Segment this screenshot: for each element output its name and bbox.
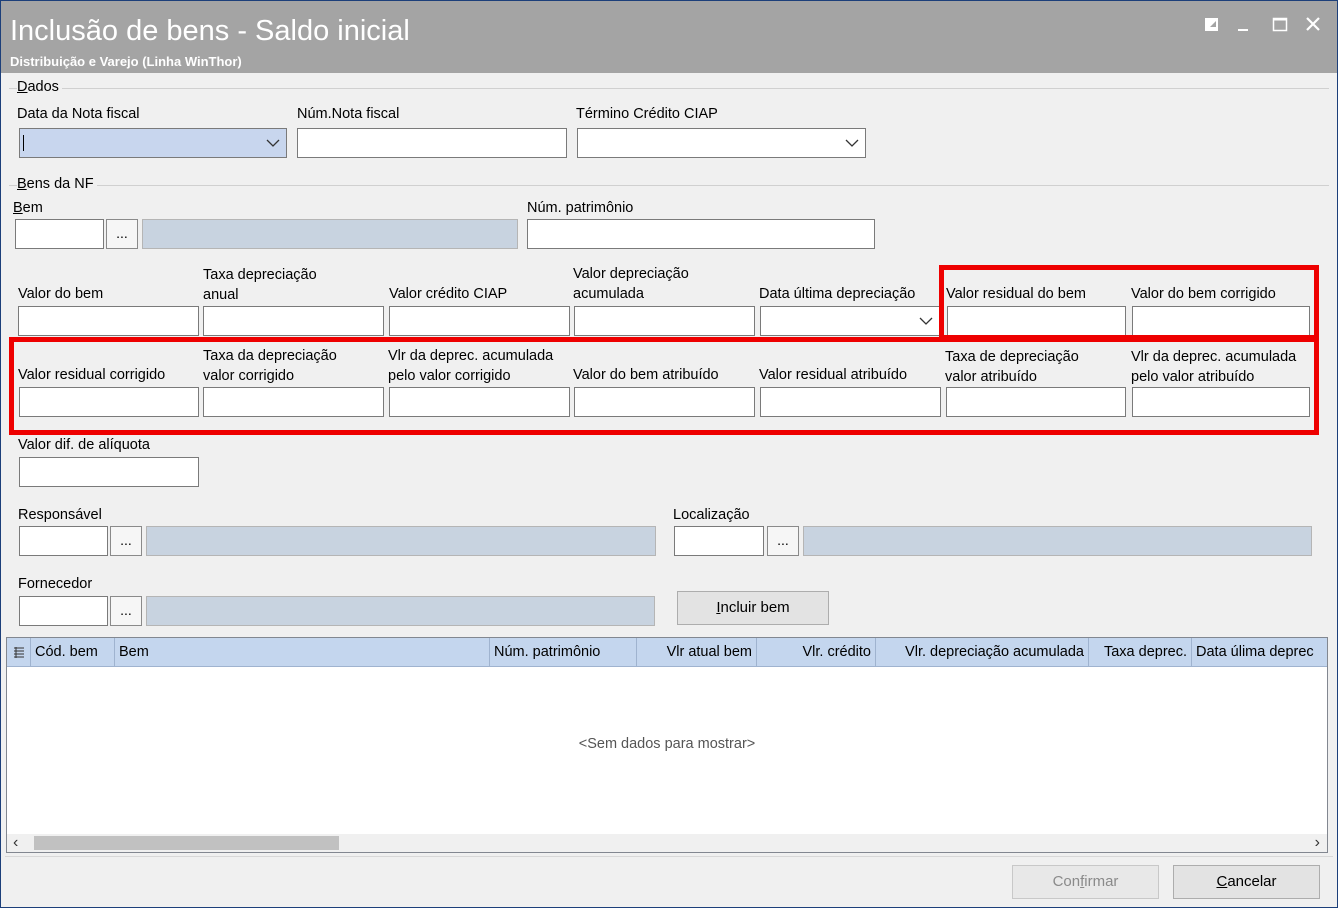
data-ultima-depreciacao-combo[interactable] bbox=[760, 306, 940, 336]
valor-depreciacao-acumulada-label: Valor depreciação acumulada bbox=[573, 264, 689, 304]
grid-col-num-patrimonio[interactable]: Núm. patrimônio bbox=[490, 638, 637, 666]
cancelar-label: ancelar bbox=[1227, 873, 1277, 890]
incluir-bem-button[interactable]: Incluir bem bbox=[677, 591, 829, 625]
chevron-down-icon[interactable] bbox=[266, 139, 280, 148]
termino-credito-ciap-combo[interactable] bbox=[577, 128, 866, 158]
dados-group-line bbox=[9, 88, 1329, 89]
num-nota-fiscal-label: Núm.Nota fiscal bbox=[297, 106, 400, 122]
grid-col-cod-bem[interactable]: Cód. bem bbox=[31, 638, 115, 666]
bem-description-field bbox=[142, 219, 518, 249]
window-subtitle: Distribuição e Varejo (Linha WinThor) bbox=[10, 54, 242, 69]
window-title: Inclusão de bens - Saldo inicial bbox=[10, 15, 410, 47]
data-ultima-depreciacao-label: Data última depreciação bbox=[759, 286, 916, 302]
bem-label: Bem bbox=[13, 200, 43, 216]
text-caret bbox=[23, 135, 24, 151]
grid-horizontal-scrollbar[interactable]: ‹ › bbox=[7, 834, 1327, 852]
fornecedor-description-field bbox=[146, 596, 655, 626]
scroll-left-icon[interactable]: ‹ bbox=[13, 834, 18, 852]
bens-grid[interactable]: Cód. bem Bem Núm. patrimônio Vlr atual b… bbox=[6, 637, 1328, 853]
highlight-box-row1 bbox=[939, 265, 1319, 340]
bem-code-input[interactable] bbox=[15, 219, 104, 249]
bens-group-label: Bens da NF bbox=[17, 176, 97, 192]
grid-col-vlr-credito[interactable]: Vlr. crédito bbox=[757, 638, 876, 666]
bens-group-line bbox=[9, 185, 1329, 186]
chevron-down-icon[interactable] bbox=[919, 317, 933, 326]
localizacao-code-input[interactable] bbox=[674, 526, 764, 556]
num-patrimonio-label: Núm. patrimônio bbox=[527, 200, 634, 216]
valor-credito-ciap-input[interactable] bbox=[389, 306, 570, 336]
dialog-window: Inclusão de bens - Saldo inicial Distrib… bbox=[0, 0, 1338, 908]
scrollbar-thumb[interactable] bbox=[34, 836, 339, 850]
restore-icon[interactable] bbox=[1203, 15, 1225, 37]
responsavel-lookup-button[interactable]: ... bbox=[110, 526, 142, 556]
highlight-box-row2 bbox=[9, 337, 1319, 435]
valor-depreciacao-acumulada-label-line1: Valor depreciação bbox=[573, 266, 689, 282]
fornecedor-lookup-button[interactable]: ... bbox=[110, 596, 142, 626]
taxa-depreciacao-anual-label: Taxa depreciação anual bbox=[203, 265, 317, 305]
num-patrimonio-input[interactable] bbox=[527, 219, 875, 249]
grid-col-vlr-atual-bem[interactable]: Vlr atual bem bbox=[637, 638, 757, 666]
taxa-depreciacao-anual-input[interactable] bbox=[203, 306, 384, 336]
cancelar-button[interactable]: Cancelar bbox=[1173, 865, 1320, 899]
close-icon[interactable] bbox=[1304, 15, 1326, 37]
valor-credito-ciap-label: Valor crédito CIAP bbox=[389, 286, 508, 302]
valor-do-bem-input[interactable] bbox=[18, 306, 199, 336]
minimize-icon[interactable] bbox=[1235, 15, 1257, 37]
grid-menu-icon[interactable] bbox=[7, 638, 31, 666]
valor-dif-aliquota-input[interactable] bbox=[19, 457, 199, 487]
responsavel-description-field bbox=[146, 526, 656, 556]
num-nota-fiscal-input[interactable] bbox=[297, 128, 567, 158]
grid-col-taxa-deprec[interactable]: Taxa deprec. bbox=[1089, 638, 1192, 666]
localizacao-description-field bbox=[803, 526, 1312, 556]
confirmar-label-b: irmar bbox=[1084, 873, 1119, 890]
valor-depreciacao-acumulada-label-line2: acumulada bbox=[573, 286, 644, 302]
termino-credito-ciap-label: Término Crédito CIAP bbox=[576, 106, 718, 122]
dados-group-label: Dados bbox=[17, 79, 62, 95]
taxa-depreciacao-anual-label-line2: anual bbox=[203, 287, 239, 303]
grid-col-bem[interactable]: Bem bbox=[115, 638, 490, 666]
grid-header: Cód. bem Bem Núm. patrimônio Vlr atual b… bbox=[7, 638, 1327, 667]
data-nota-fiscal-label: Data da Nota fiscal bbox=[17, 106, 140, 122]
responsavel-label: Responsável bbox=[18, 507, 102, 523]
responsavel-code-input[interactable] bbox=[19, 526, 108, 556]
fornecedor-label: Fornecedor bbox=[18, 576, 93, 592]
grid-empty-message: <Sem dados para mostrar> bbox=[578, 736, 756, 752]
valor-do-bem-label: Valor do bem bbox=[18, 286, 104, 302]
maximize-icon[interactable] bbox=[1271, 15, 1293, 37]
scroll-right-icon[interactable]: › bbox=[1315, 834, 1320, 852]
localizacao-label: Localização bbox=[673, 507, 750, 523]
confirmar-button[interactable]: Confirmar bbox=[1012, 865, 1159, 899]
taxa-depreciacao-anual-label-line1: Taxa depreciação bbox=[203, 267, 317, 283]
incluir-bem-label: ncluir bem bbox=[720, 599, 790, 616]
valor-dif-aliquota-label: Valor dif. de alíquota bbox=[18, 437, 150, 453]
fornecedor-code-input[interactable] bbox=[19, 596, 108, 626]
grid-col-vlr-depreciacao-acumulada[interactable]: Vlr. depreciação acumulada bbox=[876, 638, 1089, 666]
chevron-down-icon[interactable] bbox=[845, 139, 859, 148]
grid-col-data-ultima-deprec[interactable]: Data úlima deprec bbox=[1192, 638, 1327, 666]
confirmar-label-a: Con bbox=[1052, 873, 1081, 890]
title-bar: Inclusão de bens - Saldo inicial Distrib… bbox=[1, 1, 1337, 73]
valor-depreciacao-acumulada-input[interactable] bbox=[574, 306, 755, 336]
localizacao-lookup-button[interactable]: ... bbox=[767, 526, 799, 556]
cancelar-accel: C bbox=[1216, 873, 1228, 890]
footer-divider bbox=[5, 856, 1333, 857]
bem-lookup-button[interactable]: ... bbox=[106, 219, 138, 249]
data-nota-fiscal-combo[interactable] bbox=[19, 128, 287, 158]
